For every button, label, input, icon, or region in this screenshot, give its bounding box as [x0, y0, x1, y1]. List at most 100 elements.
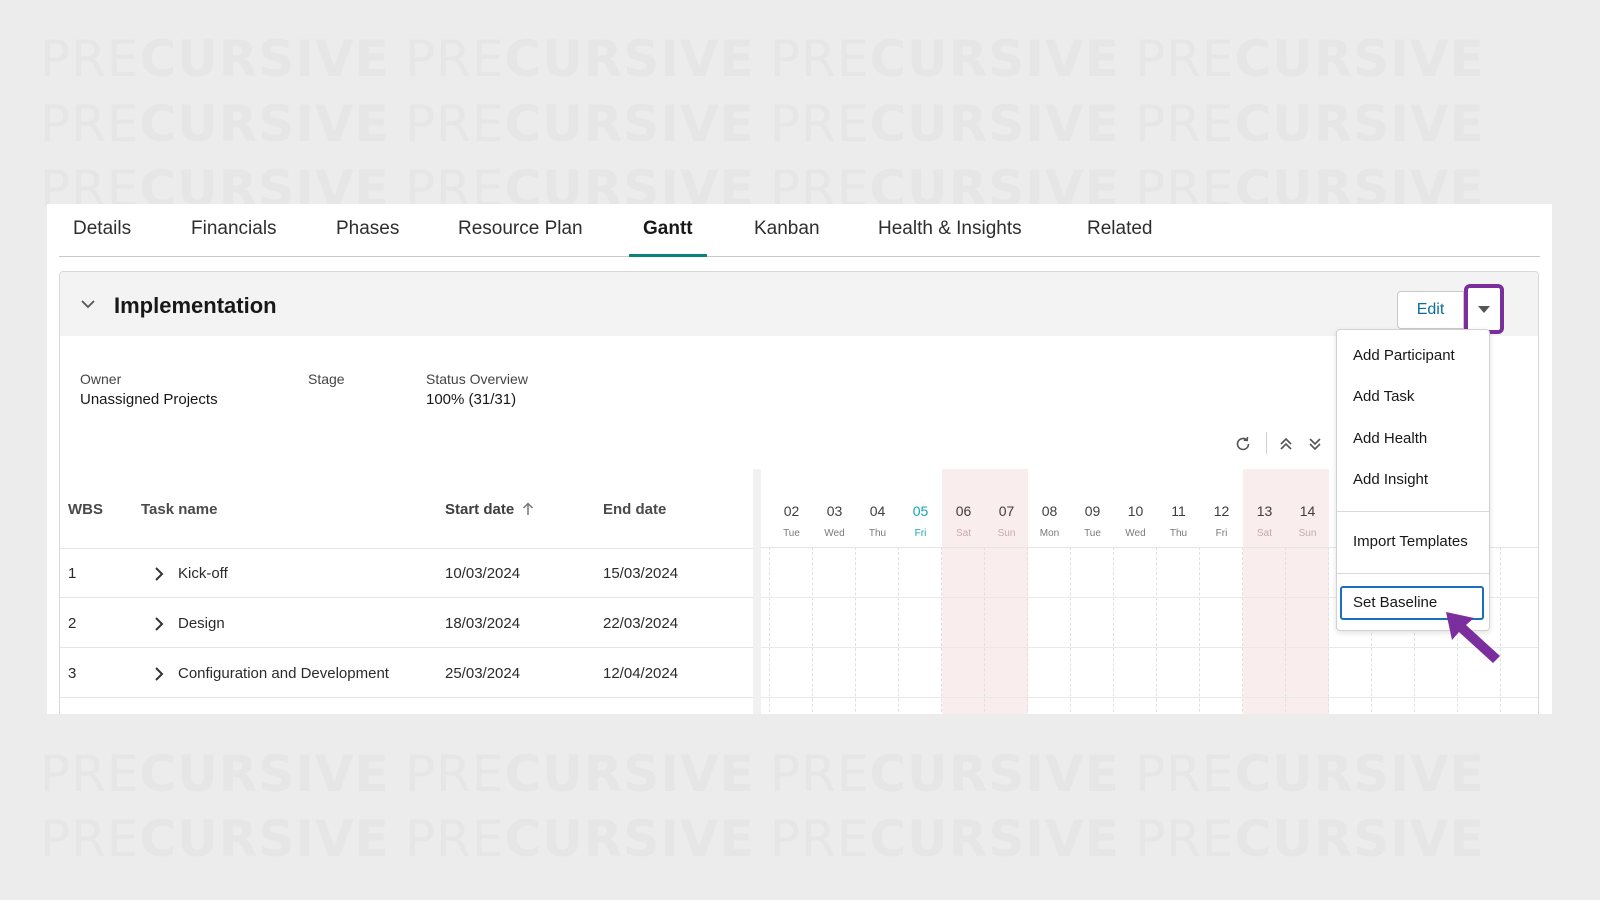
timeline-day-gridline: [855, 547, 856, 714]
timeline-day-column: 13 Sat: [1243, 469, 1286, 714]
timeline-day-name: Mon: [761, 528, 770, 539]
timeline-day-gridline: [1328, 547, 1329, 714]
chevron-right-icon[interactable]: [152, 667, 166, 681]
refresh-button[interactable]: [1234, 435, 1252, 453]
tab-health-insights[interactable]: Health & Insights: [878, 218, 1022, 256]
tab-resource-plan[interactable]: Resource Plan: [458, 218, 583, 256]
watermark-text: PRECURSIVE: [40, 95, 390, 153]
tab-related[interactable]: Related: [1087, 218, 1153, 256]
expand-all-icon: [1309, 438, 1321, 451]
menu-divider: [1337, 573, 1489, 574]
sort-ascending-icon: [523, 502, 534, 515]
timeline-day-number: 04: [869, 503, 886, 519]
timeline-day-number: 11: [1171, 503, 1186, 519]
row-end-date: 15/03/2024: [603, 565, 679, 582]
timeline-day-column: 05 Fri: [899, 469, 942, 714]
start-date-label: Start date: [445, 501, 515, 518]
implementation-card: Implementation Edit Owner Unassigned Pro…: [59, 271, 1539, 714]
watermark-text: PRECURSIVE: [1135, 30, 1485, 88]
status-overview-label: Status Overview: [426, 371, 528, 387]
column-header-wbs[interactable]: WBS: [68, 501, 103, 518]
expand-all-button[interactable]: [1307, 435, 1323, 453]
actions-menu: Add Participant Add Task Add Health Add …: [1336, 329, 1490, 631]
timeline-day-number: 01: [761, 503, 770, 519]
timeline-day-gridline: [984, 547, 985, 714]
owner-label: Owner: [80, 371, 122, 387]
timeline-day-column: 11 Thu: [1157, 469, 1200, 714]
tab-gantt[interactable]: Gantt: [629, 218, 707, 257]
timeline-day-gridline: [898, 547, 899, 714]
watermark-text: PRECURSIVE: [1135, 810, 1485, 868]
timeline-day-number: 03: [826, 503, 843, 519]
status-overview-value: 100% (31/31): [426, 391, 517, 408]
timeline-day-gridline: [1242, 547, 1243, 714]
row-divider: [60, 697, 753, 698]
timeline-day-column: 04 Thu: [856, 469, 899, 714]
timeline-day-number: 13: [1256, 503, 1273, 519]
timeline-day-column: 08 Mon: [1028, 469, 1071, 714]
timeline-day-column: 06 Sat: [942, 469, 985, 714]
menu-item-add-health[interactable]: Add Health: [1353, 430, 1427, 447]
column-header-start-date[interactable]: Start date: [445, 501, 534, 518]
timeline-day-number: 07: [998, 503, 1015, 519]
watermark-text: PRECURSIVE: [770, 95, 1120, 153]
menu-item-add-insight[interactable]: Add Insight: [1353, 471, 1428, 488]
timeline-day-gridline: [1027, 547, 1028, 714]
menu-item-import-templates[interactable]: Import Templates: [1353, 533, 1468, 550]
timeline-day-name: Fri: [914, 528, 927, 539]
watermark-text: PRECURSIVE: [40, 745, 390, 803]
row-task-name: Design: [178, 615, 225, 632]
timeline-day-gridline: [1199, 547, 1200, 714]
tab-phases[interactable]: Phases: [336, 218, 399, 256]
watermark-text: PRECURSIVE: [405, 745, 755, 803]
actions-dropdown-button[interactable]: [1464, 284, 1504, 334]
collapse-all-icon: [1280, 437, 1292, 450]
collapse-all-button[interactable]: [1278, 435, 1294, 453]
timeline-day-name: Thu: [1169, 528, 1188, 539]
timeline-day-name: Tue: [1084, 528, 1101, 539]
header-divider: [60, 548, 753, 549]
timeline-day-number: 06: [955, 503, 972, 519]
timeline-day-name: Sat: [955, 528, 971, 539]
column-header-task-name[interactable]: Task name: [141, 501, 217, 518]
tab-financials[interactable]: Financials: [191, 218, 277, 256]
timeline-day-name: Mon: [1039, 528, 1060, 539]
row-end-date: 22/03/2024: [603, 615, 679, 632]
menu-item-add-task[interactable]: Add Task: [1353, 388, 1414, 405]
project-panel: Details Financials Phases Resource Plan …: [47, 204, 1552, 714]
tab-kanban[interactable]: Kanban: [754, 218, 820, 256]
timeline-day-name: Sat: [1256, 528, 1272, 539]
owner-value: Unassigned Projects: [80, 391, 218, 408]
timeline-day-column: 10 Wed: [1114, 469, 1157, 714]
timeline-day-number: 12: [1213, 503, 1230, 519]
watermark-text: PRECURSIVE: [405, 30, 755, 88]
watermark-text: PRECURSIVE: [405, 95, 755, 153]
watermark-text: PRECURSIVE: [40, 30, 390, 88]
timeline-day-name: Sun: [1298, 528, 1317, 539]
menu-divider: [1337, 511, 1489, 512]
row-wbs: 3: [68, 665, 77, 682]
timeline-row-divider: [761, 697, 1538, 698]
watermark-text: PRECURSIVE: [770, 810, 1120, 868]
timeline-day-gridline: [1113, 547, 1114, 714]
dropdown-caret-icon: [1478, 306, 1490, 313]
row-start-date: 25/03/2024: [445, 665, 521, 682]
timeline-day-gridline: [769, 547, 770, 714]
timeline-day-number: 08: [1041, 503, 1058, 519]
timeline-day-name: Fri: [1215, 528, 1228, 539]
row-divider: [60, 647, 753, 648]
stage-label: Stage: [308, 371, 345, 387]
menu-item-add-participant[interactable]: Add Participant: [1353, 347, 1455, 364]
timeline-day-gridline: [1070, 547, 1071, 714]
edit-button[interactable]: Edit: [1397, 291, 1464, 329]
column-header-end-date[interactable]: End date: [603, 501, 666, 518]
tab-details[interactable]: Details: [73, 218, 131, 256]
chevron-right-icon[interactable]: [152, 567, 166, 581]
chevron-right-icon[interactable]: [152, 617, 166, 631]
watermark-text: PRECURSIVE: [1135, 745, 1485, 803]
timeline-day-name: Wed: [824, 528, 845, 539]
chevron-down-icon[interactable]: [80, 296, 96, 312]
row-divider: [60, 597, 753, 598]
timeline-day-column: 01 Mon: [761, 469, 770, 714]
timeline-day-gridline: [941, 547, 942, 714]
